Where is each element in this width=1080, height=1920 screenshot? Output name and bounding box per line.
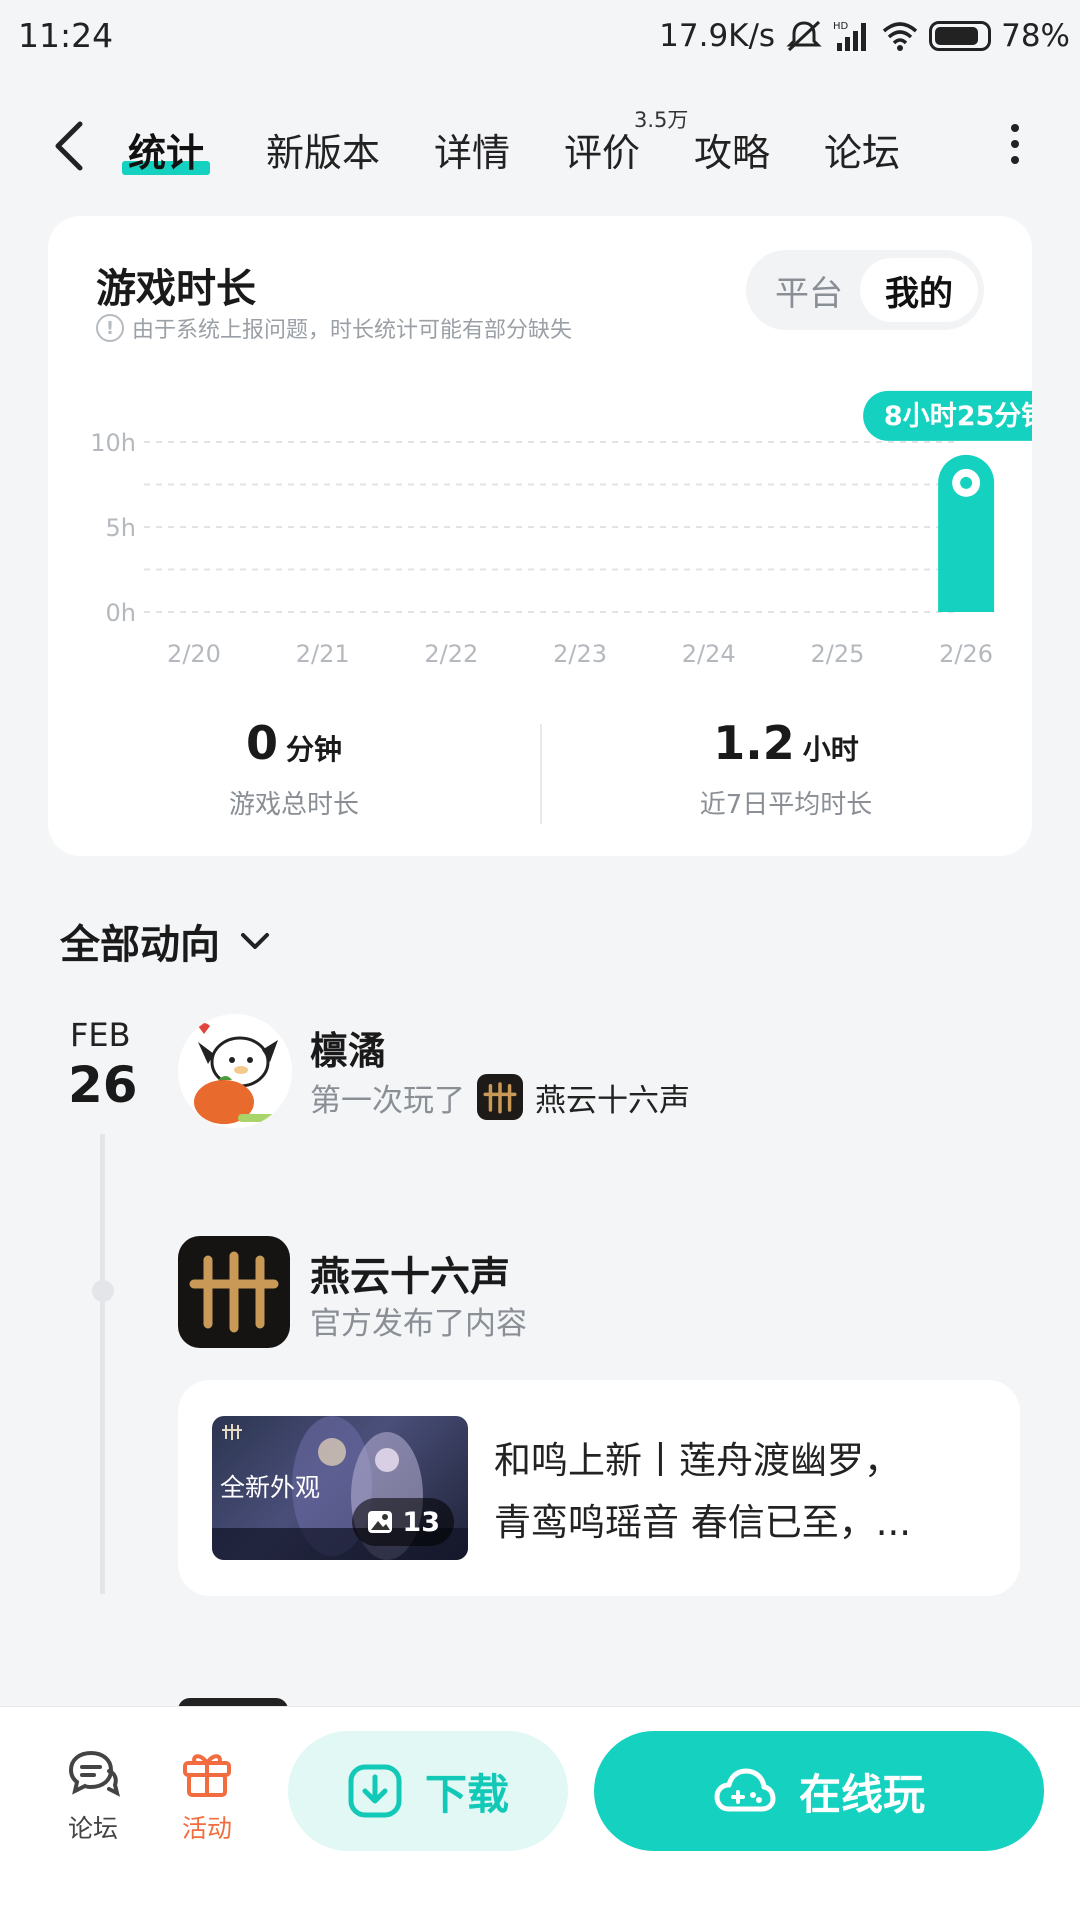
segment-control: 平台 我的 [746,250,984,330]
wifi-icon [882,22,918,51]
battery-icon [929,21,992,51]
tab-stats[interactable]: 统计 [121,122,211,177]
tab-guides[interactable]: 攻略 [694,122,770,177]
game-activity: 官方发布了内容 [310,1306,527,1342]
event-label: 活动 [181,1814,232,1843]
total-time-unit: 分钟 [286,733,343,766]
card-note: ! 由于系统上报问题，时长统计可能有部分缺失 [96,312,572,344]
total-time-stat: 0 分钟 游戏总时长 [48,716,540,821]
yanyun-logo-icon [483,1082,517,1114]
playtime-card: 游戏时长 ! 由于系统上报问题，时长统计可能有部分缺失 平台 我的 10h 5h 0… [48,216,1070,856]
tab-details[interactable]: 详情 [434,122,510,177]
image-count: 13 [402,1506,440,1538]
post-thumbnail[interactable]: 全新外观 13 [212,1416,468,1560]
play-online-label: 在线玩 [798,1769,925,1819]
user-avatar[interactable] [178,1014,292,1128]
user-activity: 第一次玩了 燕云十六声 [310,1074,690,1120]
feed-filter-label: 全部动向 [60,922,220,968]
status-bar: 11:24 17.9K/s HD 78% [0,0,1080,72]
y-tick-label: 0h [106,599,136,627]
back-arrow-icon[interactable] [50,118,90,174]
avg-time-unit: 小时 [802,733,859,766]
game-name[interactable]: 燕云十六声 [310,1244,510,1302]
x-tick-label: 2/23 [553,640,607,668]
y-tick-label: 10h [90,429,136,457]
x-tick-label: 2/21 [296,640,350,668]
x-tick-label: 2/20 [167,640,221,668]
avatar-image [178,1014,292,1128]
card-note-text: 由于系统上报问题，时长统计可能有部分缺失 [132,318,573,343]
mute-icon [786,20,822,52]
avg-time-stat: 1.2 小时 近7日平均时长 [540,716,1032,821]
feed-date-month: FEB [70,1016,131,1054]
gift-icon [183,1754,231,1797]
timeline-line [100,1134,105,1594]
more-menu-icon[interactable] [1010,124,1020,164]
download-label: 下载 [424,1769,509,1819]
thumbnail-logo [220,1422,260,1446]
chart-svg: 10h 5h 0h 2/20 2/21 2/22 2/23 2/24 2/25 2/26 8小时25… [90,390,1070,668]
post-card[interactable]: 全新外观 13 和鸣上新丨莲舟渡幽罗， 青鸾鸣瑶音 春信已至，... [178,1380,1020,1596]
play-online-button[interactable]: 在线玩 [594,1731,1044,1851]
info-icon: ! [96,314,124,342]
tab-reviews[interactable]: 评价 [564,122,640,177]
review-count-badge: 3.5万 [634,108,689,132]
feed-date-day: 26 [68,1056,138,1114]
forum-chat-icon [68,1750,120,1797]
signal-icon: HD [833,21,867,51]
y-tick-label: 5h [106,514,136,542]
playtime-chart: 10h 5h 0h 2/20 2/21 2/22 2/23 2/24 2/25 2/26 8小时25… [48,386,1070,706]
bottom-action-bar: 论坛 活动 下载 在线玩 [0,1706,1080,1920]
user-action-text: 第一次玩了 [310,1082,465,1119]
download-button[interactable]: 下载 [288,1731,568,1851]
cloud-gamepad-icon [714,1768,776,1812]
yanyun-logo-icon [189,1251,279,1333]
feed-filter[interactable]: 全部动向 [60,912,270,970]
chevron-down-icon [241,933,269,949]
tab-header: 统计 新版本 详情 评价 3.5万 攻略 论坛 [0,100,1080,190]
image-count-badge: 13 [352,1498,454,1546]
forum-label: 论坛 [67,1814,118,1843]
timeline-dot [92,1280,114,1302]
status-right: 17.9K/s HD 78% [659,16,1070,56]
segment-mine[interactable]: 我的 [860,258,978,322]
bar-marker-dot [960,476,973,489]
x-tick-label: 2/25 [810,640,864,668]
total-time-value: 0 [245,716,278,770]
game-mini-name[interactable]: 燕云十六声 [535,1075,690,1120]
battery-level: 78% [1001,18,1070,54]
yanyun-small-logo-icon [222,1424,242,1440]
value-tooltip-label: 8小时25分钟 [884,401,1032,432]
event-button[interactable]: 活动 [162,1745,252,1845]
game-mini-icon[interactable] [477,1074,523,1120]
x-tick-label: 2/24 [682,640,736,668]
post-title: 和鸣上新丨莲舟渡幽罗， 青鸾鸣瑶音 春信已至，... [494,1430,974,1554]
x-tick-label: 2/22 [424,640,478,668]
tab-new-version[interactable]: 新版本 [266,122,380,177]
avg-time-label: 近7日平均时长 [699,790,873,820]
segment-platform[interactable]: 平台 [750,258,868,322]
svg-text:HD: HD [833,21,849,32]
image-icon [368,1511,393,1533]
card-title: 游戏时长 [96,266,256,312]
thumbnail-text: 全新外观 [220,1473,321,1502]
game-icon[interactable] [178,1236,290,1348]
download-icon [348,1764,402,1818]
status-time: 11:24 [18,16,114,55]
net-speed: 17.9K/s [659,18,776,54]
user-name[interactable]: 檩潏 [310,1020,386,1075]
stats-summary: 0 分钟 游戏总时长 1.2 小时 近7日平均时长 [48,716,1032,836]
forum-button[interactable]: 论坛 [48,1745,138,1845]
avg-time-value: 1.2 [713,716,795,770]
total-time-label: 游戏总时长 [228,790,359,820]
x-tick-label: 2/26 [939,640,993,668]
tab-forum[interactable]: 论坛 [824,122,900,177]
post-title-line1: 和鸣上新丨莲舟渡幽罗， [494,1439,901,1482]
post-title-line2: 青鸾鸣瑶音 春信已至，... [494,1501,912,1544]
